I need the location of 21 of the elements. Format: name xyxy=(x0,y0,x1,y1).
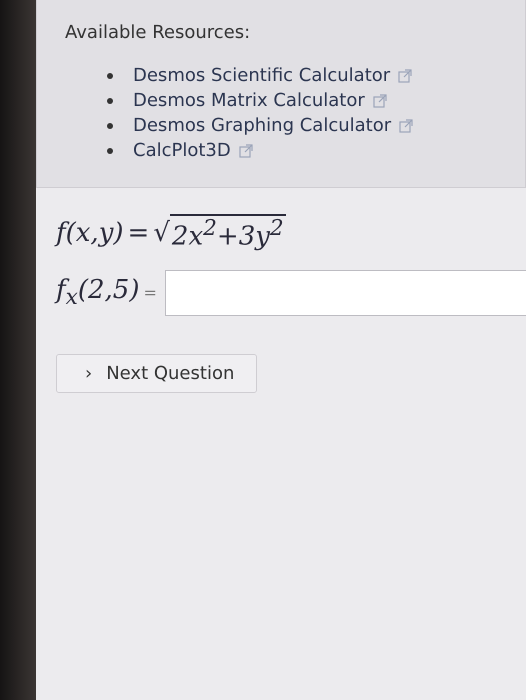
equals-sign: = xyxy=(128,218,150,248)
next-question-button[interactable]: › Next Question xyxy=(56,354,258,393)
radical-sign: √ xyxy=(153,218,170,248)
external-link-icon xyxy=(238,144,253,158)
external-link-icon xyxy=(399,118,414,132)
resource-link[interactable]: Desmos Graphing Calculator xyxy=(133,115,392,136)
resource-link[interactable]: Desmos Scientific Calculator xyxy=(133,65,390,86)
bullet-icon xyxy=(107,122,113,128)
external-link-icon xyxy=(372,94,387,108)
resource-link[interactable]: Desmos Matrix Calculator xyxy=(133,90,365,111)
external-link-icon xyxy=(398,68,412,82)
radicand: 2x$^{2}$+3y$^{2}$ xyxy=(170,214,286,252)
equals-sign: = xyxy=(143,283,157,302)
resource-link[interactable]: CalcPlot3D xyxy=(133,140,231,161)
function-name: f(x,y) xyxy=(56,218,124,248)
answer-field[interactable] xyxy=(164,270,526,316)
bullet-icon xyxy=(107,148,113,154)
bullet-icon xyxy=(107,72,113,78)
bullet-icon xyxy=(107,98,113,104)
partial-derivative-label: f$_{x}$(2,5) xyxy=(56,275,140,310)
resources-title: Available Resources: xyxy=(65,22,252,43)
